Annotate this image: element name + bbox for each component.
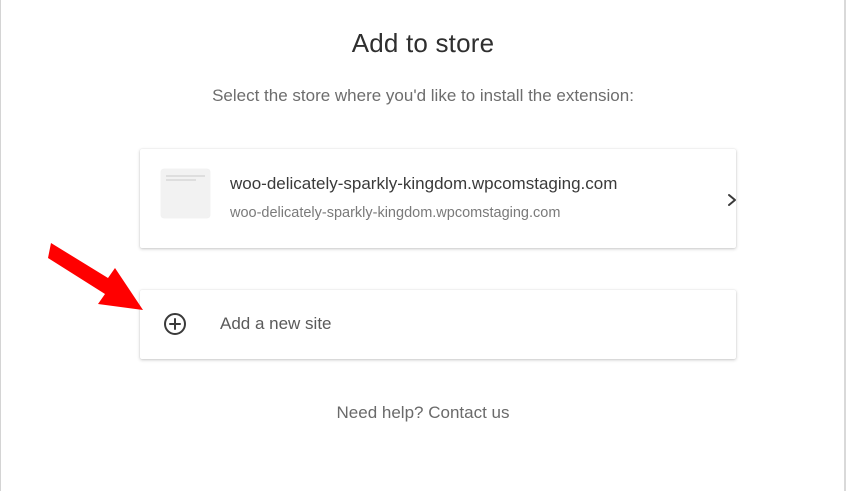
page-title: Add to store bbox=[351, 28, 495, 58]
site-thumbnail bbox=[161, 169, 210, 218]
add-new-site-button[interactable]: Add a new site bbox=[140, 290, 736, 359]
chevron-right-icon[interactable] bbox=[726, 193, 738, 207]
site-url: woo-delicately-sparkly-kingdom.wpcomstag… bbox=[230, 205, 561, 221]
red-pointer-arrow-icon bbox=[48, 243, 143, 310]
site-card[interactable]: woo-delicately-sparkly-kingdom.wpcomstag… bbox=[140, 149, 736, 248]
add-new-site-label: Add a new site bbox=[220, 314, 332, 333]
plus-circle-icon bbox=[164, 313, 186, 335]
page-subtitle: Select the store where you'd like to ins… bbox=[212, 86, 634, 105]
help-line: Need help? Contact us bbox=[0, 403, 846, 423]
contact-us-link[interactable]: Contact us bbox=[428, 403, 509, 422]
site-name: woo-delicately-sparkly-kingdom.wpcomstag… bbox=[230, 174, 618, 193]
help-prefix: Need help? bbox=[336, 403, 424, 422]
